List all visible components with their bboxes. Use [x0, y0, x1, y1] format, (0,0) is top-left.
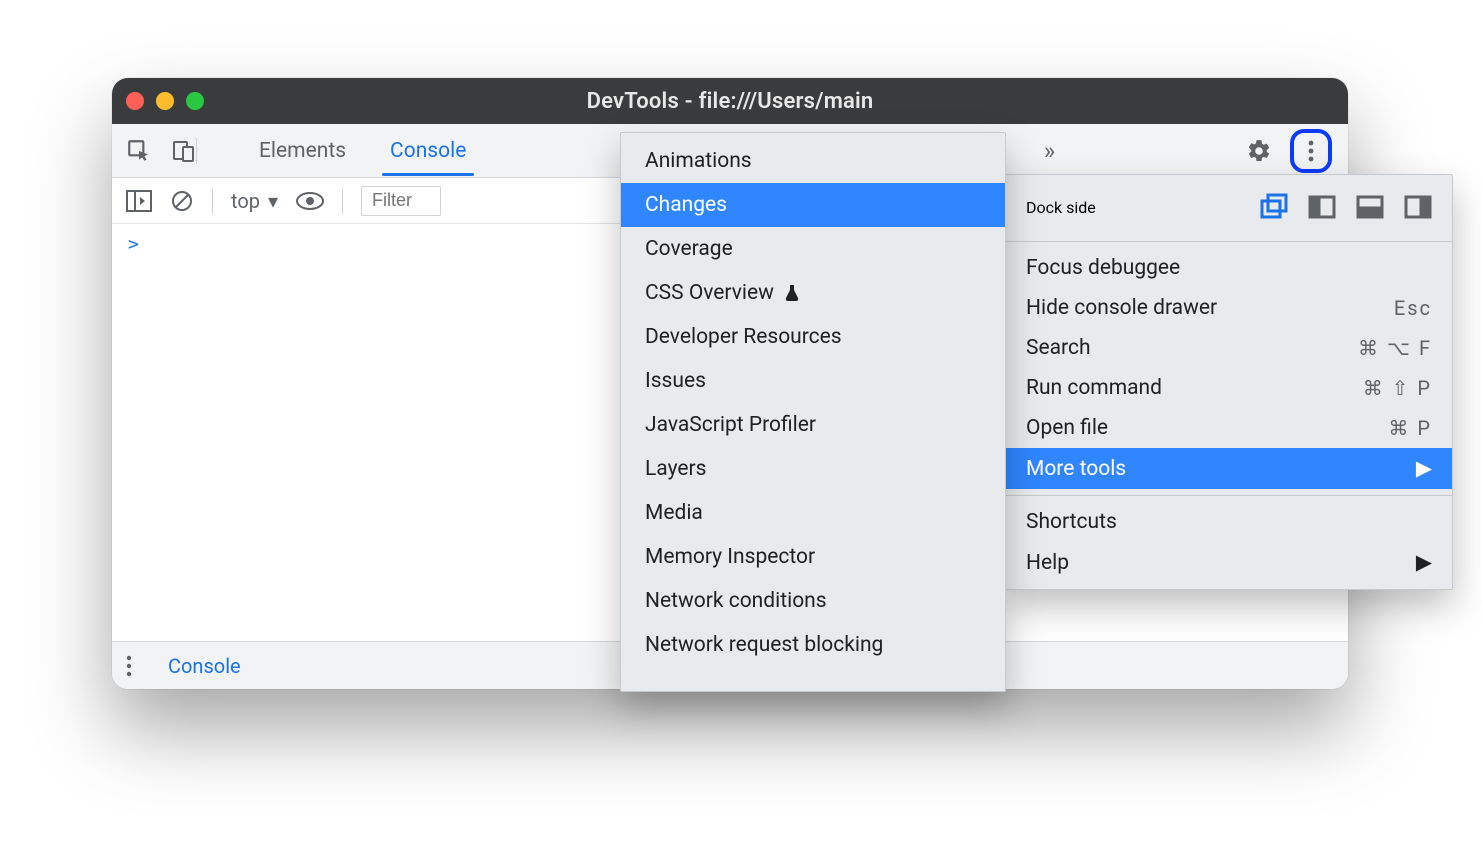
dock-left-icon[interactable] — [1308, 193, 1336, 221]
menu-more-tools[interactable]: More tools ▶ — [1006, 448, 1452, 489]
submenu-network-conditions[interactable]: Network conditions — [621, 579, 1005, 623]
window-title: DevTools - file:///Users/main — [112, 89, 1348, 114]
menu-label: Search — [1026, 336, 1091, 360]
shortcut: ⌘ ⇧ P — [1363, 376, 1432, 400]
dock-undock-icon[interactable] — [1260, 193, 1288, 221]
menu-label: Focus debuggee — [1026, 256, 1180, 280]
toggle-sidebar-icon[interactable] — [126, 190, 152, 212]
submenu-changes[interactable]: Changes — [621, 183, 1005, 227]
shortcut: ⌘ P — [1388, 416, 1432, 440]
experiment-icon — [784, 284, 800, 302]
window-close-button[interactable] — [126, 92, 144, 110]
menu-hide-console-drawer[interactable]: Hide console drawer Esc — [1006, 288, 1452, 328]
menu-help[interactable]: Help ▶ — [1006, 542, 1452, 583]
tab-console[interactable]: Console — [368, 126, 488, 175]
titlebar: DevTools - file:///Users/main — [112, 78, 1348, 124]
dock-side-label: Dock side — [1026, 198, 1096, 217]
menu-focus-debuggee[interactable]: Focus debuggee — [1006, 248, 1452, 288]
submenu-developer-resources[interactable]: Developer Resources — [621, 315, 1005, 359]
more-options-button[interactable] — [1290, 129, 1332, 173]
menu-label: Hide console drawer — [1026, 296, 1217, 320]
settings-icon[interactable] — [1246, 138, 1272, 164]
menu-run-command[interactable]: Run command ⌘ ⇧ P — [1006, 368, 1452, 408]
menu-label: More tools — [1026, 457, 1126, 481]
context-select[interactable]: top ▾ — [231, 189, 278, 213]
divider — [342, 188, 343, 214]
menu-label: Open file — [1026, 416, 1108, 440]
menu-shortcuts[interactable]: Shortcuts — [1006, 502, 1452, 542]
window-controls — [126, 92, 204, 110]
submenu-media[interactable]: Media — [621, 491, 1005, 535]
options-menu: Dock side Focus deb — [1005, 174, 1453, 590]
dock-side-row: Dock side — [1006, 181, 1452, 235]
clear-console-icon[interactable] — [170, 189, 194, 213]
divider — [196, 138, 197, 164]
menu-open-file[interactable]: Open file ⌘ P — [1006, 408, 1452, 448]
tabs-overflow-icon[interactable]: » — [1044, 137, 1055, 165]
menu-label: Run command — [1026, 376, 1162, 400]
submenu-animations[interactable]: Animations — [621, 139, 1005, 183]
submenu-label: CSS Overview — [645, 281, 774, 305]
window-minimize-button[interactable] — [156, 92, 174, 110]
shortcut: Esc — [1394, 296, 1432, 320]
submenu-arrow-icon: ▶ — [1416, 456, 1432, 481]
submenu-arrow-icon: ▶ — [1416, 550, 1432, 575]
submenu-coverage[interactable]: Coverage — [621, 227, 1005, 271]
divider — [212, 188, 213, 214]
submenu-layers[interactable]: Layers — [621, 447, 1005, 491]
dropdown-icon: ▾ — [268, 189, 278, 213]
shortcut: ⌘ ⌥ F — [1358, 336, 1432, 360]
tab-elements[interactable]: Elements — [237, 126, 368, 175]
window-maximize-button[interactable] — [186, 92, 204, 110]
dock-right-icon[interactable] — [1404, 193, 1432, 221]
live-expression-icon[interactable] — [296, 192, 324, 210]
submenu-javascript-profiler[interactable]: JavaScript Profiler — [621, 403, 1005, 447]
filter-input[interactable] — [361, 186, 441, 216]
submenu-issues[interactable]: Issues — [621, 359, 1005, 403]
drawer-menu-icon[interactable] — [126, 655, 132, 677]
inspect-element-icon[interactable] — [126, 138, 152, 164]
submenu-memory-inspector[interactable]: Memory Inspector — [621, 535, 1005, 579]
drawer-tab-console[interactable]: Console — [150, 643, 259, 688]
menu-search[interactable]: Search ⌘ ⌥ F — [1006, 328, 1452, 368]
menu-label: Help — [1026, 551, 1069, 575]
submenu-css-overview[interactable]: CSS Overview — [621, 271, 1005, 315]
device-toggle-icon[interactable] — [172, 138, 196, 164]
more-tools-submenu: Animations Changes Coverage CSS Overview… — [620, 132, 1006, 692]
menu-label: Shortcuts — [1026, 510, 1117, 534]
dock-bottom-icon[interactable] — [1356, 193, 1384, 221]
context-label: top — [231, 189, 260, 213]
submenu-network-request-blocking[interactable]: Network request blocking — [621, 623, 1005, 667]
